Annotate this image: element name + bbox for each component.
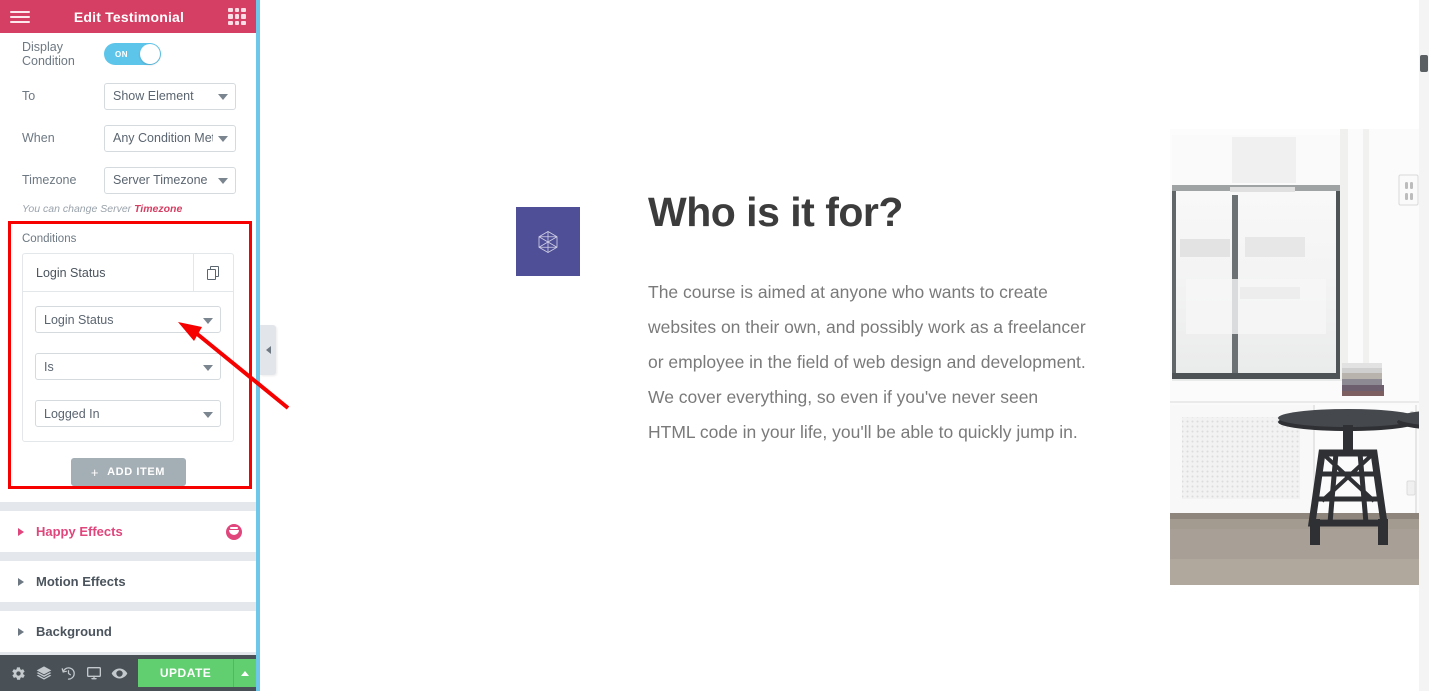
timezone-select-value: Server Timezone [113,173,208,187]
repeater-fields: Login Status Is Logged In [23,292,233,441]
editor-panel: Edit Testimonial Display Condition ON To… [0,0,260,691]
hamburger-menu-icon[interactable] [10,10,30,23]
section-happy-effects-label: Happy Effects [36,524,123,539]
text-column: Who is it for? The course is aimed at an… [648,189,1088,450]
condition-value-value: Logged In [44,406,100,421]
office-photo [1170,129,1429,585]
timezone-note: You can change Server Timezone [0,201,256,215]
history-icon[interactable] [56,655,81,691]
condition-operator-value: Is [44,359,54,374]
when-row: When Any Condition Met [0,117,256,159]
condition-type-value: Login Status [44,312,114,327]
icon-widget-box [516,207,580,276]
timezone-label: Timezone [22,173,77,187]
plus-icon: + [90,464,100,480]
duplicate-item-button[interactable] [193,254,233,291]
elementor-editor: Edit Testimonial Display Condition ON To… [0,0,1429,691]
copy-icon [207,265,220,280]
timezone-note-text: You can change Server [22,203,135,215]
condition-value-select[interactable]: Logged In [35,400,221,427]
panel-collapse-handle[interactable] [260,325,276,375]
canvas-scrollbar[interactable] [1419,0,1429,691]
timezone-select[interactable]: Server Timezone [104,166,236,194]
editor-canvas: Who is it for? The course is aimed at an… [260,0,1429,691]
section-background[interactable]: Background [0,611,256,652]
section-divider [0,602,256,611]
section-divider [0,552,256,561]
when-label: When [22,131,55,145]
section-background-label: Background [36,624,112,639]
to-select[interactable]: Show Element [104,82,236,110]
scrollbar-thumb[interactable] [1420,55,1428,72]
panel-title: Edit Testimonial [73,8,185,25]
chevron-down-icon [218,94,228,100]
timezone-row: Timezone Server Timezone [0,159,256,201]
chevron-down-icon [218,178,228,184]
layers-icon[interactable] [31,655,56,691]
happy-face-icon [226,523,242,540]
eye-icon[interactable] [107,655,132,691]
icon-widget[interactable] [516,207,580,276]
panel-footer: UPDATE [0,655,257,691]
conditions-repeater: Login Status Login Status Is Logged In [22,253,234,442]
add-item-button[interactable]: + ADD ITEM [70,458,186,486]
panel-body: Display Condition ON To Show Element Whe… [0,33,256,655]
chevron-right-icon [18,627,24,636]
chevron-left-icon [265,346,271,354]
caret-up-icon [241,670,250,676]
chevron-down-icon [203,317,213,324]
when-select[interactable]: Any Condition Met [104,124,236,152]
page-paragraph: The course is aimed at anyone who wants … [648,282,1086,443]
photo-widget[interactable] [1170,129,1429,585]
chevron-right-icon [18,527,24,536]
section-happy-effects[interactable]: Happy Effects [0,511,256,552]
section-divider [0,652,256,655]
toggle-knob [140,44,160,64]
monitor-icon[interactable] [82,655,107,691]
timezone-note-link[interactable]: Timezone [134,203,182,215]
chevron-down-icon [203,364,213,371]
to-label: To [22,89,36,103]
section-motion-effects[interactable]: Motion Effects [0,561,256,602]
add-item-label: ADD ITEM [107,466,166,478]
update-button[interactable]: UPDATE [137,659,234,687]
to-row: To Show Element [0,75,256,117]
display-condition-toggle[interactable]: ON [104,43,161,65]
section-motion-effects-label: Motion Effects [36,574,126,589]
widgets-grid-icon[interactable] [228,7,246,26]
repeater-item-header[interactable]: Login Status [23,254,233,292]
conditions-label: Conditions [22,233,77,245]
repeater-item-title: Login Status [36,265,106,280]
to-select-value: Show Element [113,89,194,103]
hexagon-icon [538,230,558,253]
gear-icon[interactable] [6,655,31,691]
section-divider [0,502,256,511]
condition-type-select[interactable]: Login Status [35,306,221,333]
toggle-state-label: ON [115,49,128,59]
when-select-value: Any Condition Met [113,131,213,145]
chevron-right-icon [18,577,24,586]
update-options-button[interactable] [233,659,257,687]
display-condition-label: Display Condition [22,40,75,68]
display-condition-row: Display Condition ON [0,33,256,75]
conditions-section: Conditions Login Status Login Status Is … [0,215,256,502]
page-title: Who is it for? [648,189,903,235]
condition-operator-select[interactable]: Is [35,353,221,380]
panel-header: Edit Testimonial [0,0,256,33]
chevron-down-icon [203,411,213,418]
chevron-down-icon [218,136,228,142]
